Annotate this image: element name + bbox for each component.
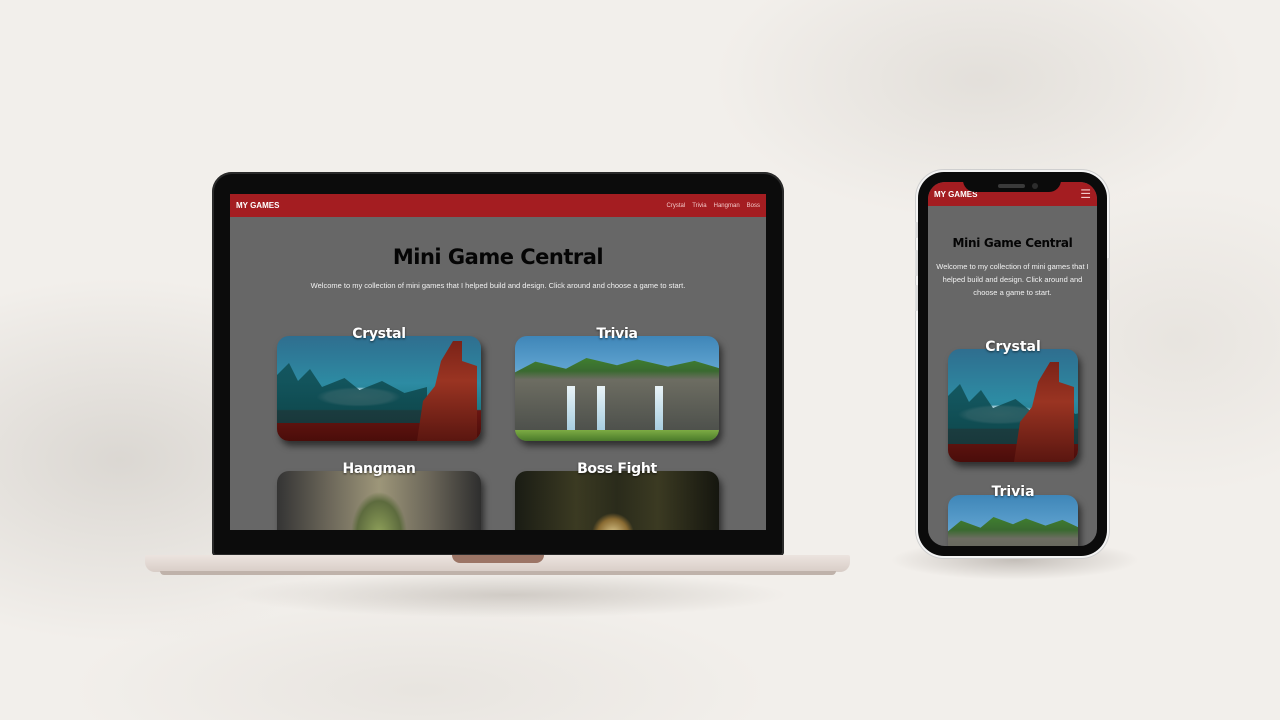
phone-side-button [915, 285, 918, 311]
phone-game-card-label-crystal[interactable]: Crystal [948, 339, 1078, 355]
laptop-base-lip [160, 571, 836, 575]
waterfall-shape [567, 386, 575, 430]
game-card-label-hangman[interactable]: Hangman [277, 461, 481, 477]
phone-side-button [915, 222, 918, 238]
phone-game-card-label-trivia[interactable]: Trivia [948, 484, 1078, 500]
phone-game-card-crystal[interactable] [948, 349, 1078, 462]
waterfall-shape [655, 386, 663, 430]
phone-intro-text: Welcome to my collection of mini games t… [936, 262, 1089, 297]
game-card-label-trivia[interactable]: Trivia [515, 326, 719, 342]
laptop-shadow [230, 572, 790, 618]
game-card-boss-fight[interactable] [515, 471, 719, 530]
laptop-trackpad-notch [452, 555, 544, 563]
phone-page-title: Mini Game Central [952, 236, 1073, 250]
laptop-screen: MY GAMES Crystal Trivia Hangman Boss Min… [230, 194, 766, 530]
phone-power-button [1107, 258, 1110, 300]
hamburger-menu-icon[interactable]: ☰ [1080, 188, 1091, 200]
phone-camera-icon [1032, 183, 1038, 189]
phone-speaker [998, 184, 1025, 188]
game-card-hangman[interactable] [277, 471, 481, 530]
phone-game-card-trivia[interactable] [948, 495, 1078, 546]
game-card-label-boss-fight[interactable]: Boss Fight [515, 461, 719, 477]
phone-notch [963, 172, 1061, 192]
game-grid: Crystal Trivia Hangman Boss Fight [230, 194, 766, 530]
game-card-trivia[interactable] [515, 336, 719, 441]
game-card-label-crystal[interactable]: Crystal [277, 326, 481, 342]
waterfall-shape [597, 386, 605, 430]
phone-side-button [915, 250, 918, 276]
cliff-illustration [948, 517, 1078, 546]
game-card-crystal[interactable] [277, 336, 481, 441]
phone-screen: MY GAMES ☰ Mini Game Central Welcome to … [928, 182, 1097, 546]
cliff-illustration [515, 358, 719, 430]
forest-silhouette [277, 363, 427, 423]
